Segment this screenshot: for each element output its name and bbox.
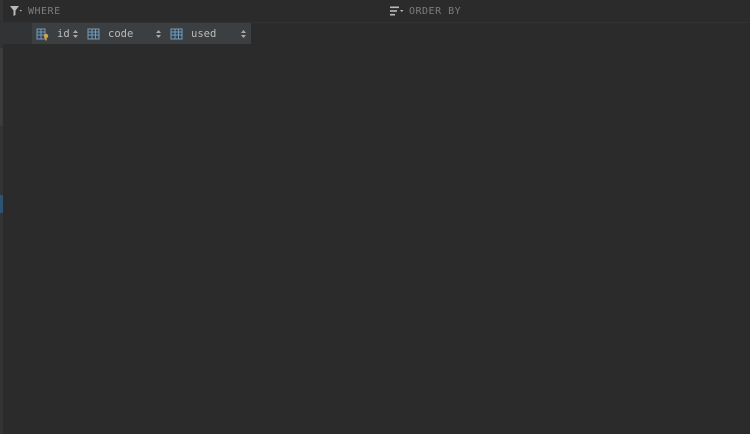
column-label-used: used [191,27,217,40]
column-label-id: id [57,27,70,40]
column-icon [169,26,185,42]
filter-bar: WHERE ORDER BY [3,0,750,23]
sort-arrows-icon[interactable] [154,28,162,39]
grid-header: id code used [3,23,251,44]
table-editor: WHERE ORDER BY id code used [0,0,750,434]
sort-arrows-icon[interactable] [239,28,247,39]
row-number-header[interactable] [3,23,32,44]
column-header-code[interactable]: code [83,23,166,44]
where-placeholder: WHERE [28,5,61,17]
empty-grid-area[interactable] [3,45,750,434]
column-label-code: code [108,27,134,40]
sort-lines-icon[interactable] [389,3,405,19]
column-header-used[interactable]: used [166,23,251,44]
filter-icon[interactable] [8,3,24,19]
sort-arrows-icon[interactable] [71,28,79,39]
where-filter-field[interactable]: WHERE [3,0,386,22]
order-by-placeholder: ORDER BY [409,5,462,17]
primary-key-column-icon [35,26,51,42]
order-by-field[interactable]: ORDER BY [386,0,750,22]
column-header-id[interactable]: id [32,23,83,44]
column-icon [86,26,102,42]
